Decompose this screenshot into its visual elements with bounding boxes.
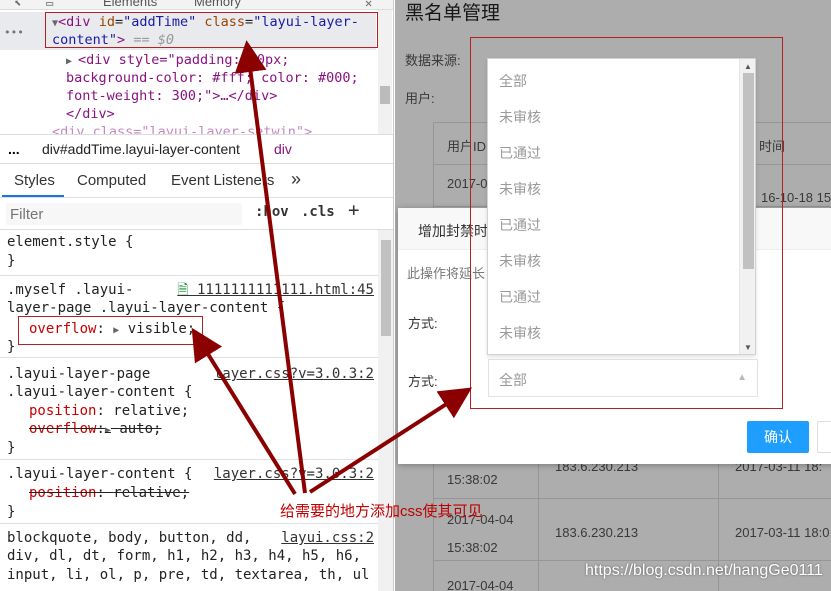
inspect-icon[interactable]: ⬉ [14,0,21,9]
highlight-box-dom-node [45,12,378,48]
device-toggle-icon[interactable]: ▭ [46,0,53,9]
breadcrumb-item-current[interactable]: div#addTime.layui-layer-content [42,141,240,157]
mode-label: 方式: [408,374,438,389]
dom-node-setwin[interactable]: <div class="layui-layer-setwin"> [52,123,312,134]
tab-memory[interactable]: Memory [194,0,241,9]
rule-source-link[interactable]: 🗎 1111111111111.html:45 [177,281,374,300]
breadcrumb: ... div#addTime.layui-layer-content div [0,134,393,164]
breadcrumb-item-div[interactable]: div [274,141,292,157]
rule-selector-cont: div, dl, dt, form, h1, h2, h3, h4, h5, h… [7,548,362,564]
annotation-text: 给需要的地方添加css使其可见 [280,503,483,520]
mode-label: 方式: [408,316,438,331]
rule-close: } [7,440,16,456]
tab-elements[interactable]: Elements [103,0,157,9]
dom-node-child-style: background-color: #fff; color: #000; [66,70,359,86]
rule-selector-cont: layer-page .layui-layer-content { [7,300,286,316]
expand-triangle-icon[interactable]: ▶ [66,56,78,67]
cls-toggle[interactable]: .cls [301,204,335,220]
styles-subtabs: Styles Computed Event Listeners » [0,164,393,198]
confirm-button[interactable]: 确认 [747,421,809,453]
rule-source-link[interactable]: layer.css?v=3.0.3:2 [214,465,374,484]
rule-source-link[interactable]: layer.css?v=3.0.3:2 [214,365,374,384]
hov-toggle[interactable]: :hov [255,204,289,220]
close-icon[interactable]: ✕ [365,0,372,9]
new-rule-icon[interactable]: + [348,199,359,221]
rule-selector: blockquote, body, button, dd, [7,530,252,546]
watermark: https://blog.csdn.net/hangGe0111 [585,562,823,579]
styles-scrollbar[interactable] [378,230,393,591]
devtools-top-tabbar: ⬉ ▭ Elements Memory ✕ [0,0,393,10]
rule-selector: .layui-layer-content { [7,466,193,482]
styles-pane: element.style { } .myself .layui- 🗎 1111… [0,230,378,591]
rule-close: } [7,253,16,269]
css-declaration-overridden[interactable]: position: relative; [29,484,189,503]
expand-triangle-icon[interactable]: ▶ [105,425,111,436]
styles-filter-bar: :hov .cls + [0,198,393,230]
screenshot-root: ⬉ ▭ Elements Memory ✕ ••• ▼<div id="addT… [0,0,831,591]
css-declaration[interactable]: position: relative; [29,402,189,421]
more-tabs-icon[interactable]: » [291,169,301,190]
css-declaration-overridden[interactable]: overflow:▶ auto; [29,420,162,441]
breadcrumb-more[interactable]: ... [8,141,20,157]
tab-computed[interactable]: Computed [77,172,146,189]
cancel-button[interactable] [817,421,831,453]
dom-node-child-style2: font-weight: 300;">…</div> [66,88,278,104]
rule-selector: .layui-layer-page [7,366,151,382]
rule-selector-cont: .layui-layer-content { [7,384,193,400]
styles-scroll-thumb[interactable] [381,240,391,336]
rule-element-style: element.style { } [0,230,378,276]
rule-close: } [7,504,16,520]
rule-selector: .myself .layui- [7,282,134,298]
rule-source-link[interactable]: layui.css:2 [281,529,374,548]
dom-tree-scrollbar[interactable] [378,10,392,134]
rule-selector-cont2: input, li, ol, p, pre, td, textarea, th,… [7,567,370,583]
styles-filter-input[interactable] [6,203,242,225]
active-tab-indicator [2,195,64,197]
dom-node-close: </div> [66,106,115,122]
highlight-box-dropdown [470,37,783,409]
dom-tree-scroll-thumb[interactable] [380,86,390,104]
tab-event-listeners[interactable]: Event Listeners [171,172,274,189]
rule-close: } [7,339,16,355]
highlight-box-overflow-visible [18,316,203,345]
dom-row-menu-icon[interactable]: ••• [4,24,24,43]
rule-layer-page-content: .layui-layer-page layer.css?v=3.0.3:2 .l… [0,362,378,460]
rule-selector: element.style { [7,234,134,250]
rule-layui-reset: blockquote, body, button, dd, layui.css:… [0,527,378,591]
file-icon: 🗎 [177,282,197,298]
tab-styles[interactable]: Styles [14,172,55,189]
